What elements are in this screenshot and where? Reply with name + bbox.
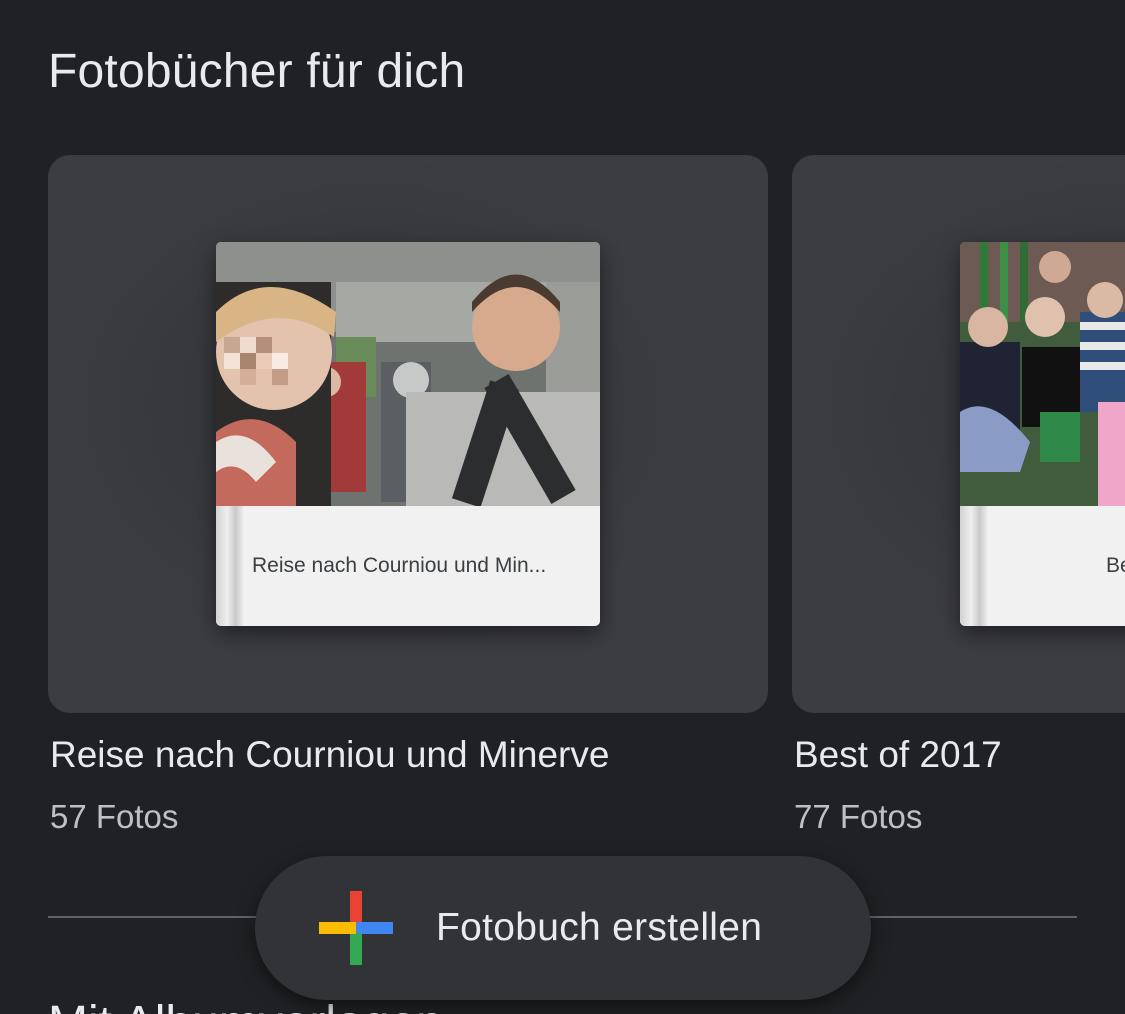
book-cover-label: Best of 2017 (1106, 554, 1125, 577)
book-cover: Best of 2017 (960, 242, 1125, 626)
photobook-title-2[interactable]: Best of 2017 (794, 731, 1002, 779)
book-cover: Reise nach Courniou und Min... (216, 242, 600, 626)
photobook-card-2[interactable]: Best of 2017 (792, 155, 1125, 713)
photobooks-page: Fotobücher für dich Reise nach Courniou … (0, 0, 1125, 1014)
photobook-count-2: 77 Fotos (794, 798, 923, 835)
google-plus-icon (319, 891, 393, 965)
book-spine (960, 506, 988, 626)
create-photobook-button[interactable]: Fotobuch erstellen (255, 856, 871, 1000)
book-spine (216, 506, 244, 626)
book-cover-label: Reise nach Courniou und Min... (252, 554, 547, 577)
section-title: Fotobücher für dich (48, 45, 466, 98)
photobook-title-1[interactable]: Reise nach Courniou und Minerve (50, 731, 609, 779)
photobook-count-1: 57 Fotos (50, 798, 179, 835)
cover-photo (960, 242, 1125, 506)
create-photobook-label: Fotobuch erstellen (436, 906, 763, 949)
photobook-card-1[interactable]: Reise nach Courniou und Min... (48, 155, 768, 713)
cover-photo (216, 242, 600, 506)
